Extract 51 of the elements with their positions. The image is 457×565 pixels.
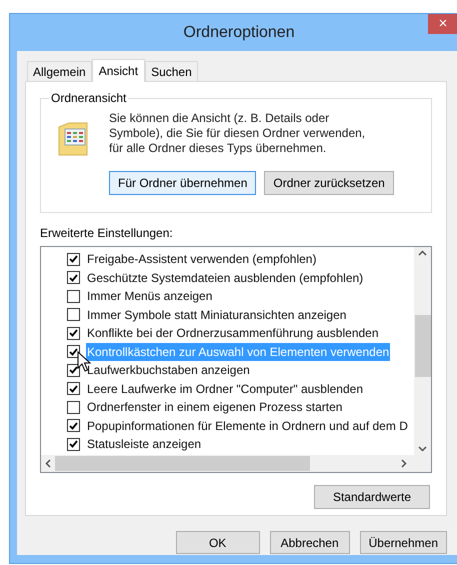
setting-item[interactable]: Leere Laufwerke im Ordner "Computer" ausblenden <box>86 380 364 398</box>
close-button[interactable]: × <box>428 14 457 34</box>
folder-view-description: Sie können die Ansicht (z. B. Details oder Symbole), die Sie für diesen Ordner verwenden, für alle Ordner dieses Typs übernehmen. <box>109 111 366 156</box>
dialog-button[interactable]: Übernehmen <box>360 531 447 554</box>
advanced-settings-label: Erweiterte Einstellungen: <box>40 225 174 242</box>
checkbox[interactable] <box>67 382 80 396</box>
tab[interactable]: Suchen <box>145 61 198 81</box>
setting-item[interactable]: Geschützte Systemdateien ausblenden (empfohlen) <box>86 268 364 287</box>
dialog-button[interactable]: Abbrechen <box>270 531 350 554</box>
check-icon <box>69 329 78 338</box>
setting-item[interactable]: Immer Symbole statt Miniaturansichten anzeigen <box>86 306 348 324</box>
horizontal-scrollbar[interactable] <box>41 455 431 472</box>
check-icon <box>69 440 78 448</box>
check-icon <box>69 422 78 430</box>
setting-item[interactable]: Statusleiste anzeigen <box>86 435 202 454</box>
tab[interactable]: Ansicht <box>92 59 146 82</box>
scroll-up-icon[interactable] <box>418 250 427 256</box>
checkbox[interactable] <box>67 438 80 451</box>
scrollbar-thumb[interactable] <box>414 315 430 377</box>
check-icon <box>69 366 78 374</box>
checkbox[interactable] <box>67 419 80 432</box>
vertical-scrollbar[interactable] <box>414 247 431 455</box>
window-title: Ordneroptionen <box>182 22 296 42</box>
setting-item[interactable]: Konflikte bei der Ordnerzusammenführung ausblenden <box>86 324 380 342</box>
setting-item[interactable]: Laufwerkbuchstaben anzeigen <box>86 361 251 380</box>
group-legend: Ordneransicht <box>49 91 128 105</box>
checkbox[interactable] <box>67 252 80 266</box>
folder-action-button[interactable]: Ordner zurücksetzen <box>264 171 394 195</box>
check-icon <box>69 348 78 356</box>
defaults-button[interactable]: Standardwerte <box>314 485 430 509</box>
folder-action-button[interactable]: Für Ordner übernehmen <box>109 171 256 195</box>
tab[interactable]: Allgemein <box>27 61 92 81</box>
checkbox[interactable] <box>67 345 80 358</box>
setting-item[interactable]: Immer Menüs anzeigen <box>86 287 214 306</box>
setting-item[interactable]: Ordnerfenster in einem eigenen Prozess starten <box>86 398 344 416</box>
checkbox[interactable] <box>67 308 80 322</box>
scroll-down-icon[interactable] <box>418 446 427 452</box>
checkbox[interactable] <box>67 290 80 303</box>
checkbox[interactable] <box>67 271 80 284</box>
checkbox[interactable] <box>67 326 80 340</box>
check-icon <box>69 255 78 264</box>
setting-item[interactable]: Popupinformationen für Elemente in Ordnern und auf dem D <box>86 416 409 435</box>
check-icon <box>69 274 78 282</box>
checkbox[interactable] <box>67 400 80 414</box>
dialog-button[interactable]: OK <box>176 531 260 554</box>
scroll-left-icon[interactable] <box>45 459 51 468</box>
check-icon <box>69 384 78 393</box>
scroll-right-icon[interactable] <box>401 459 407 468</box>
checkbox[interactable] <box>67 364 80 377</box>
setting-item[interactable]: Freigabe-Assistent verwenden (empfohlen) <box>86 250 318 268</box>
scrollbar-thumb[interactable] <box>55 456 310 471</box>
